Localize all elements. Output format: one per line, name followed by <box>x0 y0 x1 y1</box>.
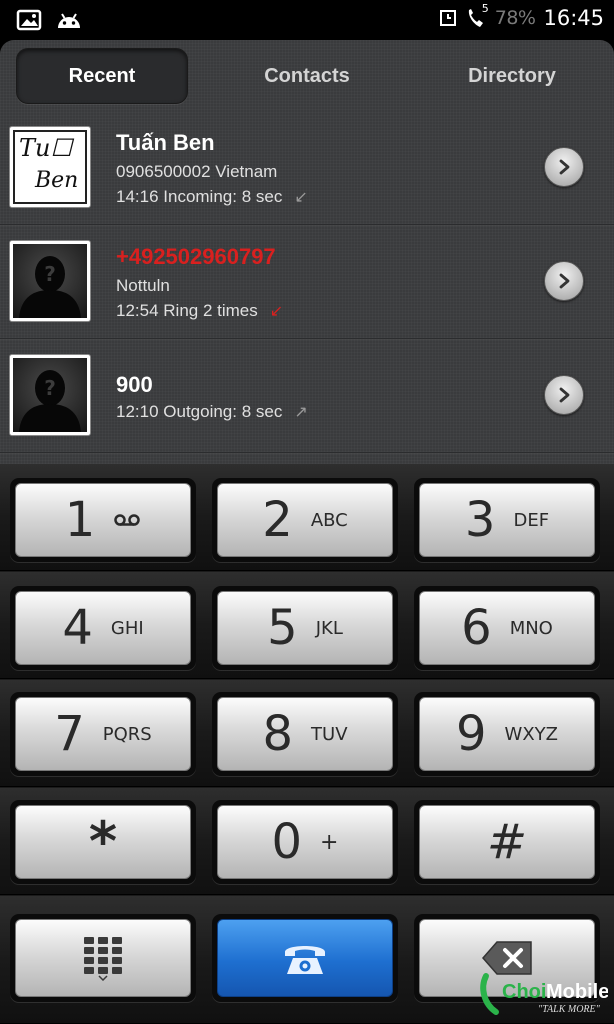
recent-panel: Recent Contacts Directory Tu☐ Ben Tuấn B… <box>0 40 614 464</box>
call-info: 14:16 Incoming: 8 sec ↙ <box>116 187 308 207</box>
key-3[interactable]: 3 DEF <box>414 478 600 562</box>
key-letters: JKL <box>315 617 343 639</box>
key-digit: 8 <box>262 706 294 762</box>
key-hash[interactable]: # <box>414 800 600 884</box>
avatar: ? <box>9 240 91 322</box>
call-forward-icon: 5 <box>465 2 489 30</box>
key-digit: 5 <box>267 600 298 656</box>
tab-contacts[interactable]: Contacts <box>222 48 392 104</box>
key-digit: # <box>486 814 528 870</box>
call-details-button[interactable] <box>544 375 584 415</box>
call-button[interactable] <box>212 914 398 1002</box>
contact-location: Nottuln <box>116 276 170 295</box>
avatar: ? <box>9 354 91 436</box>
key-digit: 1 <box>64 492 96 548</box>
dialpad-row: * 0 + # <box>0 788 614 895</box>
call-badge: 5 <box>481 2 489 15</box>
key-star[interactable]: * <box>10 800 196 884</box>
battery-level: 78% <box>494 7 536 29</box>
call-details-button[interactable] <box>544 261 584 301</box>
key-2[interactable]: 2 ABC <box>212 478 398 562</box>
key-4[interactable]: 4 GHI <box>10 586 196 670</box>
key-8[interactable]: 8 TUV <box>212 692 398 776</box>
call-time-info: 12:10 Outgoing: 8 sec <box>116 402 283 421</box>
svg-text:?: ? <box>44 262 56 286</box>
dialpad-toggle-icon <box>84 937 122 981</box>
status-bar: 5 78% 16:45 <box>0 0 614 40</box>
phone-icon <box>285 946 325 974</box>
key-letters: MNO <box>509 617 553 639</box>
key-1[interactable]: 1 <box>10 478 196 562</box>
svg-text:"TALK MORE": "TALK MORE" <box>538 1004 601 1015</box>
call-details-button[interactable] <box>544 147 584 187</box>
outgoing-arrow-icon: ↗ <box>294 404 308 421</box>
key-digit: 3 <box>464 492 496 548</box>
missed-call-arrow-icon: ↙ <box>269 303 284 320</box>
key-letters: + <box>320 829 339 855</box>
call-time-info: 12:54 Ring 2 times <box>116 301 258 320</box>
key-letters: DEF <box>513 509 550 531</box>
avatar: Tu☐ Ben <box>9 126 91 208</box>
dialpad-row: 4 GHI 5 JKL 6 MNO <box>0 572 614 679</box>
key-digit: 4 <box>62 600 93 656</box>
key-0[interactable]: 0 + <box>212 800 398 884</box>
call-log-item[interactable]: Tu☐ Ben Tuấn Ben 0906500002 Vietnam 14:1… <box>0 112 614 225</box>
svg-text:Choi: Choi <box>502 981 546 1003</box>
unknown-contact-icon: ? <box>19 256 81 318</box>
clock: 16:45 <box>543 6 604 30</box>
chevron-right-icon <box>559 273 570 289</box>
key-letters: GHI <box>110 617 144 639</box>
chevron-right-icon <box>559 159 570 175</box>
dialpad-toggle-button[interactable] <box>10 914 196 1002</box>
android-icon <box>58 13 80 28</box>
key-letters: TUV <box>311 723 348 745</box>
avatar-handwriting-line2: Ben <box>35 168 79 193</box>
incoming-arrow-icon: ↙ <box>294 189 308 206</box>
key-6[interactable]: 6 MNO <box>414 586 600 670</box>
key-digit: 9 <box>455 706 487 762</box>
key-digit: 2 <box>262 492 293 548</box>
alarm-icon <box>439 10 456 26</box>
dialpad-row: 1 2 ABC 3 DEF <box>0 464 614 571</box>
gallery-icon <box>16 9 42 31</box>
key-digit: 6 <box>461 600 492 656</box>
call-log-item[interactable]: ? +492502960797 Nottuln 12:54 Ring 2 tim… <box>0 226 614 339</box>
key-letters: ABC <box>310 509 348 531</box>
key-digit: 7 <box>54 706 85 762</box>
key-digit: 0 <box>271 814 303 870</box>
chevron-right-icon <box>559 387 570 403</box>
voicemail-icon <box>114 514 141 526</box>
tab-directory[interactable]: Directory <box>420 48 604 104</box>
key-letters: WXYZ <box>504 723 558 745</box>
contact-name: Tuấn Ben <box>116 130 215 155</box>
call-log-item[interactable]: ? 900 12:10 Outgoing: 8 sec ↗ <box>0 340 614 453</box>
dialpad-row: 7 PQRS 8 TUV 9 WXYZ <box>0 680 614 787</box>
key-5[interactable]: 5 JKL <box>212 586 398 670</box>
dialpad: 1 2 ABC 3 DEF 4 GHI 5 JKL 6 MNO 7 PQRS 8… <box>0 464 614 1024</box>
call-info: 12:54 Ring 2 times ↙ <box>116 301 283 321</box>
tab-recent[interactable]: Recent <box>16 48 188 104</box>
key-digit: * <box>88 810 118 873</box>
contact-name: 900 <box>116 372 153 397</box>
unknown-contact-icon: ? <box>19 370 81 432</box>
contact-name: +492502960797 <box>116 244 276 269</box>
call-info: 12:10 Outgoing: 8 sec ↗ <box>116 402 308 422</box>
tab-bar: Recent Contacts Directory <box>0 40 614 112</box>
avatar-handwriting-line1: Tu☐ <box>19 134 72 162</box>
contact-number: 0906500002 Vietnam <box>116 162 278 181</box>
call-time-info: 14:16 Incoming: 8 sec <box>116 187 283 206</box>
key-letters: PQRS <box>102 723 152 745</box>
svg-text:?: ? <box>44 376 56 400</box>
key-9[interactable]: 9 WXYZ <box>414 692 600 776</box>
key-7[interactable]: 7 PQRS <box>10 692 196 776</box>
watermark-logo: Choi Mobile "TALK MORE" <box>478 968 609 1018</box>
svg-text:Mobile: Mobile <box>546 981 608 1003</box>
